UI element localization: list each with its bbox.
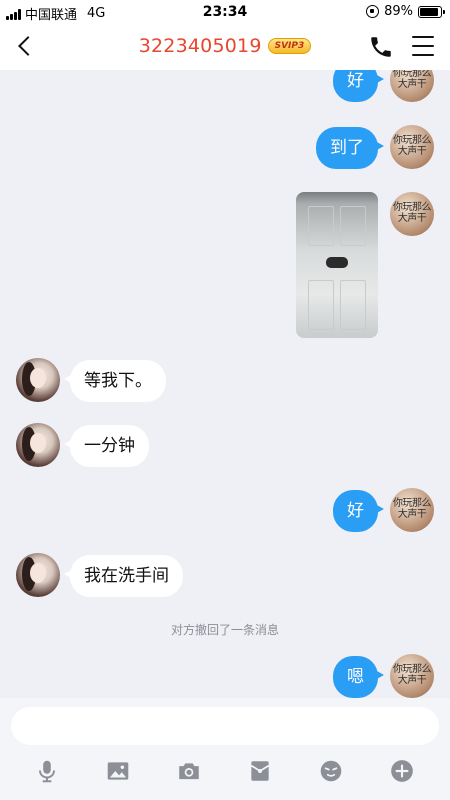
avatar-text: 你玩那么 大声干 xyxy=(393,664,432,686)
svip-badge: SVIP3 xyxy=(267,38,312,54)
battery-icon xyxy=(418,5,445,18)
microphone-icon xyxy=(38,760,56,783)
chat-header: 3223405019 SVIP3 xyxy=(0,24,450,70)
phone-call-button[interactable] xyxy=(368,34,394,60)
avatar-face xyxy=(30,368,46,388)
contact-avatar[interactable] xyxy=(16,358,60,402)
message-bubble[interactable]: 到了 xyxy=(316,127,384,169)
my-avatar[interactable]: 你玩那么 大声干 xyxy=(390,654,434,698)
message-row: 我在洗手间 xyxy=(0,553,450,603)
door-panel xyxy=(308,206,334,246)
avatar-text: 你玩那么 大声干 xyxy=(393,70,432,90)
message-row: 好 你玩那么 大声干 xyxy=(0,488,450,538)
plus-button[interactable] xyxy=(387,756,417,786)
message-bubble[interactable]: 好 xyxy=(333,70,384,102)
chat-message-list[interactable]: 好 你玩那么 大声干 到了 你玩那么 大声干 你玩那么 大声干 等我下。 一分钟… xyxy=(0,70,450,698)
my-avatar[interactable]: 你玩那么 大声干 xyxy=(390,192,434,236)
message-bubble[interactable]: 嗯 xyxy=(333,656,384,698)
plus-icon xyxy=(391,760,413,782)
message-row: 你玩那么 大声干 xyxy=(0,192,450,342)
message-row: 等我下。 xyxy=(0,358,450,408)
avatar-text: 你玩那么 大声干 xyxy=(393,498,432,520)
message-row: 一分钟 xyxy=(0,423,450,473)
battery-fill xyxy=(420,7,438,16)
message-row: 嗯 你玩那么 大声干 xyxy=(0,654,450,698)
menu-line xyxy=(412,53,434,56)
menu-line xyxy=(412,44,434,48)
image-icon xyxy=(107,762,129,780)
message-row: 好 你玩那么 大声干 xyxy=(0,70,450,108)
message-bubble[interactable]: 好 xyxy=(333,490,384,532)
microphone-button[interactable] xyxy=(32,756,62,786)
photo-message[interactable] xyxy=(296,192,378,338)
door-panel xyxy=(308,280,334,330)
phone-icon xyxy=(371,37,391,57)
input-area xyxy=(0,698,450,800)
emoji-button[interactable] xyxy=(316,756,346,786)
status-bar: 中国联通 4G 23:34 89% xyxy=(0,0,450,24)
recall-notice: 对方撤回了一条消息 xyxy=(170,623,279,637)
door-panel xyxy=(340,280,366,330)
battery-percent: 89% xyxy=(384,4,413,19)
message-bubble[interactable]: 我在洗手间 xyxy=(64,555,183,597)
avatar-text: 你玩那么 大声干 xyxy=(393,135,432,157)
chat-title[interactable]: 3223405019 xyxy=(139,35,262,57)
avatar-face xyxy=(30,433,46,453)
avatar-text: 你玩那么 大声干 xyxy=(393,202,432,224)
my-avatar[interactable]: 你玩那么 大声干 xyxy=(390,125,434,169)
message-input[interactable] xyxy=(11,707,439,745)
menu-button[interactable] xyxy=(412,36,434,56)
contact-avatar[interactable] xyxy=(16,423,60,467)
red-packet-button[interactable] xyxy=(245,756,275,786)
image-button[interactable] xyxy=(103,756,133,786)
door-knob xyxy=(326,257,348,268)
message-row: 到了 你玩那么 大声干 xyxy=(0,125,450,175)
message-bubble[interactable]: 一分钟 xyxy=(64,425,149,467)
red-packet-icon xyxy=(250,761,270,781)
contact-avatar[interactable] xyxy=(16,553,60,597)
rotation-lock-icon xyxy=(366,5,380,18)
camera-icon xyxy=(179,763,199,780)
emoji-icon xyxy=(320,760,342,782)
message-bubble[interactable]: 等我下。 xyxy=(64,360,166,402)
my-avatar[interactable]: 你玩那么 大声干 xyxy=(390,488,434,532)
menu-line xyxy=(412,36,434,39)
avatar-face xyxy=(30,563,46,583)
input-toolbar xyxy=(0,756,450,786)
my-avatar[interactable]: 你玩那么 大声干 xyxy=(390,70,434,102)
door-panel xyxy=(340,206,366,246)
camera-button[interactable] xyxy=(174,756,204,786)
status-right: 89% xyxy=(366,4,445,19)
